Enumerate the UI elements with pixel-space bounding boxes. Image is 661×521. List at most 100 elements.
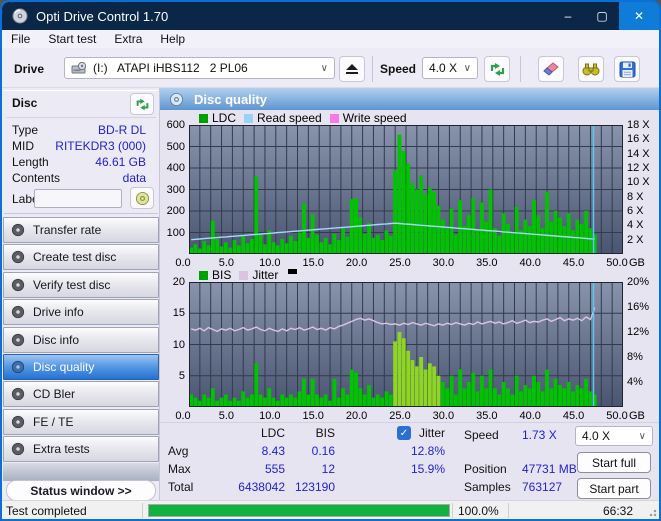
section-header: Disc quality (160, 88, 659, 110)
resize-grip[interactable] (647, 507, 657, 517)
erase-button[interactable] (538, 56, 564, 82)
sidebar-item-cd-bler[interactable]: CD Bler (3, 381, 159, 408)
legend-label: Read speed (257, 111, 322, 125)
total-bis: 123190 (294, 480, 335, 494)
speed-select[interactable]: 4.0 X ∨ (422, 57, 478, 79)
jitter-checkbox[interactable]: ✓ (397, 426, 411, 440)
stats-header-jitter: Jitter (419, 426, 446, 440)
chevron-down-icon: ∨ (463, 62, 471, 74)
position-stat-value: 47731 MB (522, 462, 577, 476)
max-bis: 12 (321, 462, 335, 476)
main-panel: Disc quality LDC Read speed Write speed BI… (160, 88, 659, 500)
status-window-button[interactable]: Status window >> (6, 480, 156, 501)
test-speed-select[interactable]: 4.0 X ∨ (575, 426, 653, 446)
stats-row-label: Max (168, 462, 191, 476)
sidebar-item-verify-test-disc[interactable]: Verify test disc (3, 271, 159, 298)
drive-device-icon (71, 61, 87, 74)
y-left-tick-label: 200 (166, 205, 185, 217)
refresh-button[interactable] (484, 56, 510, 82)
menu-extra[interactable]: Extra (105, 32, 151, 46)
x-tick-label: 25.0 (389, 257, 411, 269)
y-right-tick-label: 20% (627, 276, 650, 288)
x-tick-label: 40.0 (519, 410, 541, 422)
x-axis-unit: GB (629, 410, 645, 422)
eject-button[interactable] (339, 56, 365, 82)
menu-start-test[interactable]: Start test (39, 32, 105, 46)
disc-type-value: BD-R DL (97, 123, 146, 137)
legend-swatch (329, 113, 339, 123)
y-left-tick-label: 15 (172, 307, 185, 320)
avg-bis: 0.16 (311, 444, 335, 458)
start-full-button[interactable]: Start full (577, 452, 651, 473)
menu-help[interactable]: Help (151, 32, 194, 46)
sidebar-item-drive-info[interactable]: Drive info (3, 299, 159, 326)
y-right-tick-label: 10 X (627, 176, 650, 189)
top-chart-legend: LDC Read speed Write speed (191, 111, 407, 125)
y-left-tick-label: 10 (172, 338, 185, 351)
disc-contents-row: Contents data (12, 171, 146, 185)
y-right-tick-label: 16% (627, 301, 650, 313)
ldc-readspeed-chart (189, 125, 623, 254)
disc-mid-row: MID RITEKDR3 (000) (12, 139, 146, 153)
eject-icon (346, 64, 358, 74)
x-tick-label: 45.0 (562, 257, 585, 269)
refresh-icon (490, 62, 504, 76)
x-tick-label: 20.0 (345, 410, 368, 422)
disc-panel-title: Disc (12, 96, 38, 110)
y-left-tick-label: 20 (172, 276, 185, 288)
legend-label: LDC (212, 111, 237, 125)
scan-button[interactable] (578, 56, 604, 82)
title-bar: Opti Drive Control 1.70 – ▢ ✕ (2, 2, 659, 30)
drive-select[interactable]: (I:) ATAPI iHBS112 2 PL06 ∨ (64, 57, 335, 79)
sidebar-item-disc-info[interactable]: Disc info (3, 326, 159, 353)
disc-test-icon (11, 251, 25, 264)
save-button[interactable] (614, 56, 640, 82)
speed-label: Speed (380, 62, 417, 76)
sidebar-item-label: Drive info (33, 305, 84, 320)
toolbar: Drive (I:) ATAPI iHBS112 2 PL06 ∨ Speed … (2, 48, 659, 88)
disc-label-input[interactable] (34, 189, 122, 208)
window-title: Opti Drive Control 1.70 (36, 8, 169, 24)
maximize-button[interactable]: ▢ (585, 2, 619, 30)
toolbar-separator (520, 56, 521, 82)
sidebar-item-label: CD Bler (33, 387, 76, 402)
disc-info-panel: Disc Type BD-R DL MID RITEKDR3 (000) Lengt… (4, 90, 158, 214)
elapsed-time: 66:32 (602, 503, 633, 518)
sidebar-item-transfer-rate[interactable]: Transfer rate (3, 217, 159, 243)
x-tick-label: 0.0 (175, 257, 191, 269)
y-left-tick-label: 100 (166, 226, 185, 239)
section-title: Disc quality (194, 91, 267, 107)
speed-stat-label: Speed (464, 428, 499, 442)
disc-test-icon (11, 333, 25, 346)
bottom-chart-legend: BIS Jitter (191, 268, 298, 282)
disc-refresh-button[interactable] (130, 93, 154, 115)
x-tick-label: 5.0 (218, 257, 235, 269)
sidebar-item-create-test-disc[interactable]: Create test disc (3, 244, 159, 271)
sidebar-item-label: Transfer rate (33, 223, 102, 237)
disc-length-value: 46.61 GB (95, 155, 146, 169)
close-button[interactable]: ✕ (619, 2, 659, 30)
sidebar-item-disc-quality[interactable]: Disc quality (3, 354, 159, 380)
divider (452, 503, 453, 518)
disc-test-icon (11, 278, 25, 291)
x-tick-label: 40.0 (519, 257, 541, 269)
sidebar-gradient (3, 463, 159, 481)
sidebar-item-extra-tests[interactable]: Extra tests (3, 436, 159, 463)
disc-label-button[interactable] (130, 187, 154, 209)
drive-value: (I:) ATAPI iHBS112 2 PL06 (93, 61, 248, 75)
disc-type-row: Type BD-R DL (12, 123, 146, 137)
divider (160, 422, 659, 423)
y-right-tick-label: 2 X (627, 233, 644, 246)
max-ldc: 555 (264, 462, 285, 476)
start-part-button[interactable]: Start part (577, 478, 651, 499)
y-left-tick-label: 400 (166, 162, 185, 174)
x-tick-label: 45.0 (562, 410, 585, 422)
divider (142, 503, 143, 518)
sidebar-item-fe-te[interactable]: FE / TE (3, 408, 159, 435)
legend-swatch (239, 270, 249, 280)
position-stat-label: Position (464, 462, 507, 476)
minimize-button[interactable]: – (551, 2, 585, 30)
menu-file[interactable]: File (2, 32, 39, 46)
menu-bar: File Start test Extra Help (2, 30, 659, 48)
disc-test-icon (11, 415, 25, 428)
